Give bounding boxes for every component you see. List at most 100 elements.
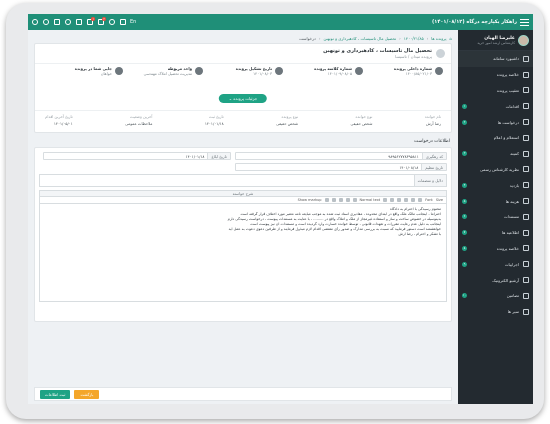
nav-icon — [523, 292, 529, 299]
bold-icon[interactable] — [418, 198, 423, 202]
nav-icon — [523, 166, 529, 173]
info-label: نوع پرونده — [281, 114, 299, 119]
align-right-icon[interactable] — [397, 198, 402, 202]
info-value: ۱۴۰۱/۰۱/۱۸ — [204, 121, 224, 126]
case-info-item: نوع پرونده شخص حقیقی — [276, 114, 298, 126]
meta-icon — [115, 67, 123, 75]
meta-icon — [435, 67, 443, 75]
case-info-item: نام خوانده رضا آرش — [425, 114, 441, 126]
save-button[interactable]: ثبت اطلاعات — [40, 389, 71, 399]
case-title-block: تحصیل مال تاسیسات ، کادهبرداری و تونهبن … — [35, 44, 451, 63]
format-select[interactable]: Normal text — [360, 198, 381, 202]
sidebar-item[interactable]: اقدامات ۱ — [458, 98, 533, 114]
sidebar-item[interactable]: تضامین ۱۰ — [458, 288, 533, 304]
meta-value: مدیریت تحصیل املاک مهندسی — [143, 71, 192, 76]
device-frame: راهکار یکپارچه درگاه (۱۴۰۱/۰۸/۱۲) En ۲ ۱… — [6, 3, 544, 419]
undo-icon[interactable] — [331, 198, 336, 202]
font-size-select[interactable]: Size — [436, 198, 443, 202]
notice-date-value: ۱۴۰۱/۰۱/۱۸ — [185, 153, 205, 159]
attachments-field[interactable]: دلایل و منضمات — [39, 174, 447, 187]
top-bar: راهکار یکپارچه درگاه (۱۴۰۱/۰۸/۱۲) En ۲ ۱ — [28, 14, 533, 30]
sidebar-item-label: مستندات — [503, 214, 519, 220]
section-title: اطلاعات درخواست — [414, 139, 450, 144]
sidebar-item-label: استعلام و اعلام — [493, 135, 519, 141]
case-details-button[interactable]: جزئیات پرونده ⌄ — [218, 94, 268, 103]
sidebar-item-badge: ۵ — [462, 198, 467, 204]
document-icon[interactable] — [76, 19, 82, 25]
sidebar-item-badge: ۳ — [462, 151, 467, 157]
sidebar-item[interactable]: آرشیو الکترونیک — [458, 272, 533, 288]
description-editor[interactable]: محتوم رسیدگی با احترام به دادگاه احتراماً… — [39, 204, 447, 302]
breadcrumb-item[interactable]: ۱۴۰۰/۲۱/۸۵ — [404, 36, 424, 41]
align-left-icon[interactable] — [383, 198, 388, 202]
case-info-row: نام خوانده رضا آرش نوع خوانده شخص حقیقی نوع … — [35, 110, 451, 126]
sidebar-item-badge: ۱۰ — [462, 293, 467, 299]
meta-value: ۱۴۰۱/۰۹/۰۸/۰۵ — [327, 71, 352, 76]
sidebar-item-badge: ۸ — [462, 245, 467, 251]
sidebar-item[interactable]: سیر ها — [458, 304, 533, 320]
sidebar-item[interactable]: داشبورد سامانه — [458, 51, 533, 67]
sidebar-item-label: خلاصه پرونده — [496, 245, 519, 251]
power-icon[interactable] — [32, 19, 38, 25]
sidebar-item[interactable]: استعلام و اعلام — [458, 130, 533, 146]
tracking-code-field[interactable]: کد رهگیری ۹۸۹۵۶۲۷۷۸۳۹۵۸۱۱ — [234, 152, 447, 160]
info-value: شخص حقیقی — [350, 121, 373, 126]
sidebar-item[interactable]: خلاصه پرونده — [458, 67, 533, 83]
calendar-icon[interactable]: ۱ — [87, 17, 95, 25]
align-center-icon[interactable] — [390, 198, 395, 202]
app-screen: راهکار یکپارچه درگاه (۱۴۰۱/۰۸/۱۲) En ۲ ۱… — [28, 14, 533, 404]
breadcrumb-item[interactable]: تحصیل مال تاسیسات ، کادهبرداری و تونهبن — [323, 36, 396, 41]
language-toggle[interactable]: En — [130, 19, 136, 25]
table-icon[interactable] — [338, 198, 343, 202]
submit-date-label: تاریخ تنظیم — [421, 164, 446, 170]
notice-date-field[interactable]: تاریخ ابلاغ ۱۴۰۱/۰۱/۱۸ — [43, 152, 231, 160]
user-icon[interactable] — [65, 19, 71, 25]
sidebar-item[interactable]: کمیته ۳ — [458, 146, 533, 162]
redo-icon[interactable] — [324, 198, 329, 202]
main-content: ⌂ پرونده ها ‹ ۱۴۰۰/۲۱/۸۵ ‹ تحصیل مال تاس… — [28, 30, 458, 404]
sidebar-item[interactable]: خلاصه پرونده ۸ — [458, 241, 533, 257]
sidebar-item[interactable]: درخواست ها ۲ — [458, 114, 533, 130]
breadcrumb-separator: ‹ — [318, 35, 321, 41]
submit-date-field[interactable]: تاریخ تنظیم ۱۴۰۱/۰۸/۱۸ — [234, 163, 447, 171]
sitemap-icon[interactable] — [54, 19, 60, 25]
eye-icon[interactable] — [109, 19, 115, 25]
user-role: کارشناس ارشد امور خرید — [477, 40, 515, 45]
sidebar-item-badge: ۷ — [462, 230, 467, 236]
meta-value: ۱۴۰۱/۰۸/۰۳ — [253, 71, 272, 76]
sidebar-item[interactable]: تعقیب پرونده — [458, 83, 533, 99]
help-icon[interactable] — [120, 19, 126, 25]
editor-line: با تشکر و احترام ، رضا آرش — [398, 232, 441, 236]
case-subtitle: پرونده میدان / تاسیسا — [395, 54, 432, 59]
sidebar-item-label: تعقیب پرونده — [496, 87, 519, 93]
case-header-card: تحصیل مال تاسیسات ، کادهبرداری و تونهبن … — [34, 43, 452, 133]
font-family-select[interactable]: Font — [425, 198, 433, 202]
link-icon[interactable] — [352, 198, 357, 202]
info-value: ملاحظات عمومی — [125, 121, 153, 126]
image-icon[interactable] — [345, 198, 350, 202]
info-label: نام خوانده — [424, 114, 441, 119]
back-button[interactable]: بازگشت — [74, 389, 100, 399]
message-icon[interactable]: ۲ — [98, 17, 106, 25]
italic-icon[interactable] — [411, 198, 416, 202]
settings-icon[interactable] — [43, 19, 49, 25]
nav-icon — [523, 261, 529, 268]
show-markup-toggle[interactable]: Show markup — [298, 198, 322, 202]
sidebar-item-label: سیر ها — [507, 309, 519, 315]
sidebar-item[interactable]: مستندات ۶ — [458, 209, 533, 225]
nav-icon — [523, 213, 529, 220]
home-icon[interactable]: ⌂ — [449, 36, 452, 41]
nav-icon — [523, 71, 529, 78]
nav-icon — [523, 134, 529, 141]
sidebar-item[interactable]: اطلاعیه ها ۷ — [458, 225, 533, 241]
breadcrumb-item[interactable]: پرونده ها — [431, 36, 446, 41]
sidebar-item-label: اجراییات — [504, 261, 519, 267]
app-title: راهکار یکپارچه درگاه (۱۴۰۱/۰۸/۱۲) — [431, 19, 517, 25]
sidebar-item[interactable]: اجراییات ۹ — [458, 256, 533, 272]
menu-icon[interactable] — [520, 18, 529, 27]
sidebar-item[interactable]: بازدید ۴ — [458, 177, 533, 193]
sidebar-item[interactable]: نظریه کارشناس رسمی — [458, 162, 533, 178]
sidebar-item[interactable]: هزینه ها ۵ — [458, 193, 533, 209]
underline-icon[interactable] — [404, 198, 409, 202]
user-profile[interactable]: علیرضا الهیان کارشناس ارشد امور خرید — [458, 30, 533, 51]
